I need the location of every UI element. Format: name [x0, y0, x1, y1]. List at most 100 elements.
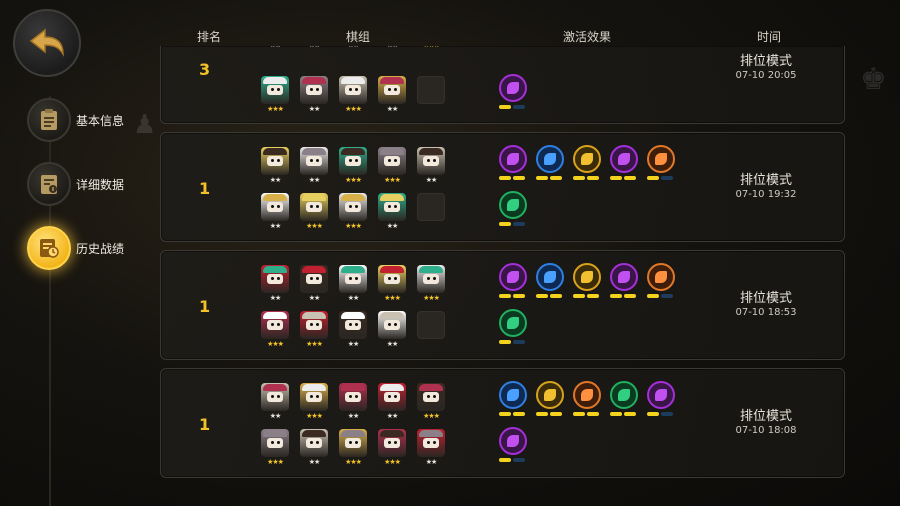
champion-eye [355, 323, 358, 326]
trait-blue-icon[interactable] [536, 145, 564, 173]
match-card[interactable]: 1 ★★ ★★★ ★★ ★★ ★★★ ★★★ ★★ ★★★ ★★★ ★★ 排位模式 07-10 18:0… [160, 368, 845, 478]
champion-portrait[interactable] [339, 429, 367, 457]
nav-basic-info[interactable]: 基本信息 [27, 96, 124, 144]
history-clock-icon [27, 226, 71, 270]
champion-eye [355, 277, 358, 280]
champion-eye [271, 88, 274, 91]
champion-face [345, 85, 361, 95]
champion-portrait[interactable] [261, 429, 289, 457]
champion-face [345, 202, 361, 212]
trait-purple-icon[interactable] [647, 381, 675, 409]
star-rating: ★★ [308, 176, 321, 184]
champion-portrait[interactable] [261, 147, 289, 175]
champion-eye [277, 88, 280, 91]
champion-portrait[interactable] [417, 265, 445, 293]
champion-portrait[interactable] [417, 383, 445, 411]
champion-eye [433, 395, 436, 398]
champion-portrait[interactable] [300, 429, 328, 457]
trait-orange-icon[interactable] [647, 145, 675, 173]
champion-portrait[interactable] [300, 147, 328, 175]
champion-portrait[interactable] [378, 429, 406, 457]
champion-eye [271, 323, 274, 326]
champion-hat [341, 77, 365, 84]
match-card[interactable]: 1 ★★ ★★ ★★ ★★★ ★★★ ★★★ ★★★ ★★ ★★ 排位模式 07-10 18:53 [160, 250, 845, 360]
champion-eye [271, 395, 274, 398]
champion-eye [388, 323, 391, 326]
champion-portrait[interactable] [261, 383, 289, 411]
champion-hat [380, 77, 404, 84]
trait-orange-icon[interactable] [647, 263, 675, 291]
match-card[interactable]: 3★★★★★★★★★★★★★★★★★★★★★排位模式07-10 20:05 [160, 46, 845, 124]
trait-purple-icon[interactable] [499, 74, 527, 102]
champion-portrait[interactable] [339, 193, 367, 221]
star-rating: ★★★ [345, 176, 362, 184]
champion-eye [316, 88, 319, 91]
champion-eye [310, 277, 313, 280]
champion-portrait[interactable] [378, 193, 406, 221]
champion-hat [380, 430, 404, 437]
champion-portrait[interactable] [378, 265, 406, 293]
champion-portrait[interactable] [378, 311, 406, 339]
champion-hat [302, 312, 326, 319]
champion-portrait[interactable] [417, 429, 445, 457]
champion-eye [349, 323, 352, 326]
champion-hat [302, 384, 326, 391]
trait-blue-icon[interactable] [536, 263, 564, 291]
trait-purple-icon[interactable] [499, 427, 527, 455]
match-card[interactable]: 1 ★★ ★★ ★★★ ★★★ ★★ ★★ ★★★ ★★★ ★★ 排位模式 07-10 19:32 [160, 132, 845, 242]
champion-portrait[interactable] [339, 76, 367, 104]
trait-orange-icon[interactable] [573, 381, 601, 409]
header-traits: 激活效果 [563, 30, 612, 44]
nav-match-history[interactable]: 历史战绩 [27, 224, 124, 272]
trait-glyph [655, 153, 667, 165]
champion-portrait[interactable] [300, 76, 328, 104]
nav-detailed-data[interactable]: 详细数据 [27, 160, 124, 208]
champion-portrait[interactable] [261, 193, 289, 221]
trait-green-icon[interactable] [499, 309, 527, 337]
champion-portrait[interactable] [378, 147, 406, 175]
empty-slot [417, 76, 445, 104]
champion-portrait[interactable] [378, 383, 406, 411]
champion-eye [394, 277, 397, 280]
star-rating: ★★★ [384, 176, 401, 184]
champion-portrait[interactable] [339, 147, 367, 175]
champion-eye [316, 159, 319, 162]
trait-blue-icon[interactable] [499, 381, 527, 409]
champion-portrait[interactable] [339, 311, 367, 339]
trait-purple-icon[interactable] [499, 145, 527, 173]
champion-portrait[interactable] [261, 76, 289, 104]
champion-face [384, 274, 400, 284]
champion-face [345, 274, 361, 284]
champion-eye [277, 277, 280, 280]
champion-face [306, 202, 322, 212]
champion-face [267, 85, 283, 95]
champion-portrait[interactable] [339, 383, 367, 411]
trait-green-icon[interactable] [499, 191, 527, 219]
champion-portrait[interactable] [378, 76, 406, 104]
back-button[interactable] [13, 9, 81, 77]
champion-face [267, 392, 283, 402]
champion-portrait[interactable] [300, 311, 328, 339]
champion-portrait[interactable] [339, 265, 367, 293]
champion-portrait[interactable] [417, 147, 445, 175]
trait-purple-icon[interactable] [499, 263, 527, 291]
champion-hat [419, 266, 443, 273]
background-chess-icon: ♟ [133, 110, 157, 140]
trait-glyph [618, 153, 630, 165]
trait-purple-icon[interactable] [610, 263, 638, 291]
trait-gold-icon[interactable] [536, 381, 564, 409]
champion-eye [271, 441, 274, 444]
champion-eye [433, 159, 436, 162]
trait-gold-icon[interactable] [573, 145, 601, 173]
champion-hat [341, 194, 365, 201]
champion-portrait[interactable] [261, 311, 289, 339]
back-arrow-icon [29, 28, 64, 57]
champion-portrait[interactable] [300, 383, 328, 411]
champion-portrait[interactable] [300, 193, 328, 221]
trait-gold-icon[interactable] [573, 263, 601, 291]
champion-portrait[interactable] [261, 265, 289, 293]
trait-purple-icon[interactable] [610, 145, 638, 173]
champion-portrait[interactable] [300, 265, 328, 293]
trait-green-icon[interactable] [610, 381, 638, 409]
champion-face [306, 85, 322, 95]
